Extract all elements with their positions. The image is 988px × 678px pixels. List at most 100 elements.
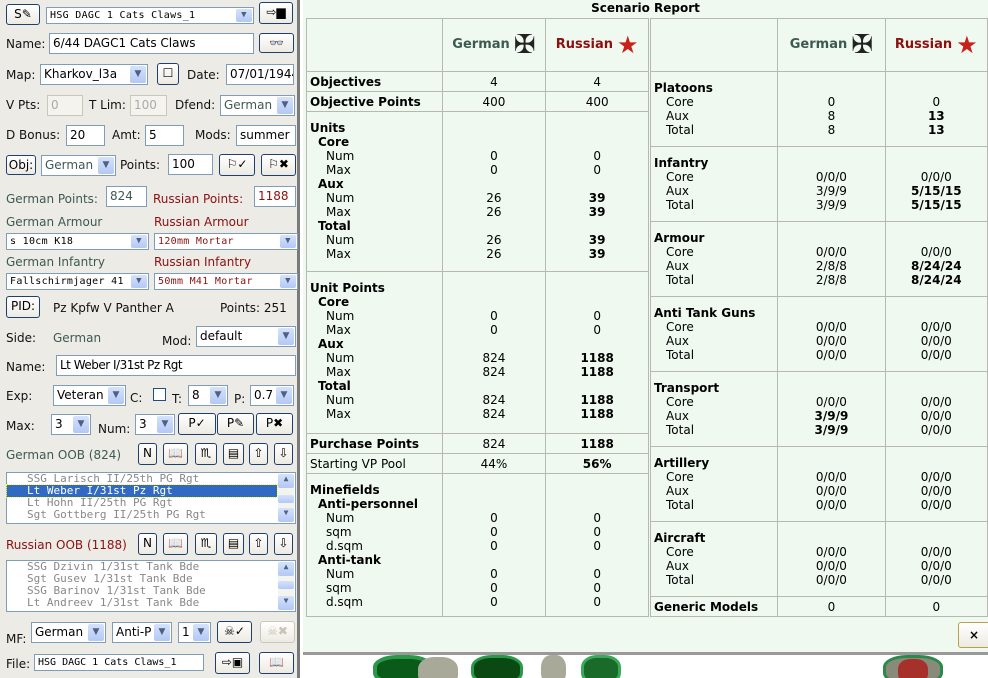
dbonus-input[interactable]: 20 bbox=[66, 125, 105, 146]
german-value: 0 bbox=[490, 539, 498, 553]
german-value bbox=[446, 121, 543, 135]
vpts-input[interactable]: 0 bbox=[47, 95, 83, 116]
map-value: Kharkov_l3a bbox=[44, 67, 118, 81]
russian-points-input[interactable]: 1188 bbox=[254, 186, 296, 207]
german-infantry-select[interactable]: Fallschirmjager 41 ▼ bbox=[6, 273, 149, 290]
russian-values: 0/0/0 0/0/0 0/0/0 bbox=[884, 297, 987, 371]
scrollbar[interactable]: ▲ ▼ bbox=[278, 562, 294, 610]
scenario-name-input[interactable]: 6/44 DAGC1 Cats Claws bbox=[49, 33, 254, 54]
report-title: Scenario Report bbox=[591, 1, 700, 15]
german-points-input[interactable]: 824 bbox=[106, 186, 147, 207]
open-file-button[interactable]: 📖 bbox=[259, 652, 294, 674]
russian-value: 0 bbox=[593, 595, 601, 609]
german-value: 824 bbox=[482, 365, 506, 379]
file-input[interactable]: HSG DAGC 1 Cats Claws_1 bbox=[34, 654, 204, 671]
oob-list-item[interactable]: Lt Andreev 1/31st Tank Bde bbox=[7, 597, 277, 609]
scenario-select[interactable]: HSG DAGC 1 Cats Claws_1 ▼ bbox=[46, 7, 254, 24]
objective-button[interactable]: Obj: bbox=[6, 155, 36, 175]
german-armour-select[interactable]: s 10cm K18 ▼ bbox=[6, 233, 149, 250]
russian-values: 0/0/0 8/24/24 8/24/24 bbox=[884, 222, 987, 296]
defender-select[interactable]: German ▼ bbox=[220, 95, 295, 116]
row-label: Units bbox=[310, 121, 346, 135]
german-oob-copy-button[interactable]: ▤ bbox=[223, 443, 244, 465]
objective-points-input[interactable]: 100 bbox=[168, 154, 213, 175]
russian-values: 000000 bbox=[545, 474, 648, 616]
row-label: Generic Models bbox=[654, 600, 759, 614]
russian-oob-book-button[interactable]: 📖 bbox=[163, 533, 188, 555]
tlim-input[interactable]: 100 bbox=[130, 95, 167, 116]
minefield-type-select[interactable]: Anti-P ▼ bbox=[112, 622, 172, 643]
save-file-button[interactable]: ⇨▣ bbox=[215, 652, 250, 674]
unit-confirm-button[interactable]: P✓ bbox=[178, 413, 216, 435]
russian-header: Russian ★ bbox=[545, 19, 648, 71]
russian-oob-up-button[interactable]: ⇧ bbox=[249, 533, 268, 555]
map-view[interactable] bbox=[303, 652, 988, 678]
scrollbar[interactable]: ▲ ▼ bbox=[278, 474, 294, 522]
report-section-row: Infantry Core Aux Total 0/0/0 3/9/9 3/9/9 0/0/0… bbox=[651, 146, 987, 221]
german-value: 824 bbox=[482, 393, 506, 407]
german-oob-up-button[interactable]: ⇧ bbox=[249, 443, 268, 465]
experience-select[interactable]: Veteran ▼ bbox=[53, 385, 126, 406]
german-values: 400 bbox=[441, 92, 546, 111]
russian-armour-select[interactable]: 120mm Mortar ▼ bbox=[154, 233, 298, 250]
german-oob-sort-button[interactable]: ♏ bbox=[195, 443, 217, 465]
german-oob-label: German OOB (824) bbox=[6, 448, 122, 462]
mod-select[interactable]: default ▼ bbox=[196, 326, 296, 347]
map-select[interactable]: Kharkov_l3a ▼ bbox=[40, 64, 148, 85]
exp-label: Exp: bbox=[6, 389, 33, 403]
objective-side-select[interactable]: German ▼ bbox=[41, 155, 116, 176]
row-label: Max bbox=[326, 323, 351, 337]
t-select[interactable]: 8 ▼ bbox=[188, 385, 228, 406]
view-button[interactable]: 👓 bbox=[259, 33, 294, 53]
russian-oob-down-button[interactable]: ⇩ bbox=[274, 533, 293, 555]
unit-delete-button[interactable]: P✖ bbox=[256, 413, 293, 435]
german-oob-down-button[interactable]: ⇩ bbox=[274, 443, 293, 465]
p-select[interactable]: 0.7 ▼ bbox=[250, 385, 294, 406]
oob-list-item[interactable]: Sgt Gottberg II/25th PG Rgt bbox=[7, 509, 277, 521]
german-oob-new-button[interactable]: N bbox=[138, 443, 157, 465]
mods-input[interactable]: summer bbox=[236, 125, 296, 146]
amt-input[interactable]: 5 bbox=[145, 125, 184, 146]
russian-armour-value: 120mm Mortar bbox=[158, 236, 234, 247]
max-select[interactable]: 3 ▼ bbox=[51, 414, 91, 435]
german-value: 0/0/0 bbox=[815, 498, 847, 512]
german-value: 3/9/9 bbox=[815, 184, 847, 198]
save-icon: ⇨▣ bbox=[221, 655, 244, 669]
load-scenario-button[interactable]: ⇨▆ bbox=[259, 2, 293, 24]
row-label: d.sqm bbox=[326, 539, 363, 553]
german-oob-book-button[interactable]: 📖 bbox=[163, 443, 188, 465]
c-checkbox[interactable] bbox=[153, 388, 166, 401]
minefield-side-select[interactable]: German ▼ bbox=[31, 622, 106, 643]
close-button[interactable]: × bbox=[958, 622, 988, 648]
russian-value: 0 bbox=[593, 149, 601, 163]
scenario-edit-button[interactable]: S✎ bbox=[6, 4, 40, 25]
dbonus-label: D Bonus: bbox=[6, 128, 61, 142]
report-section-row: Platoons Core Aux Total 0 8 8 0 13 13 bbox=[651, 71, 987, 146]
minefield-count-select[interactable]: 1 ▼ bbox=[178, 622, 211, 643]
german-values: 824 bbox=[441, 434, 546, 453]
row-label: Aux bbox=[666, 334, 689, 348]
unit-name-input[interactable]: Lt Weber I/31st Pz Rgt bbox=[56, 355, 296, 376]
russian-infantry-select[interactable]: 50mm M41 Mortar ▼ bbox=[154, 273, 298, 290]
side-label: Side: bbox=[6, 331, 36, 345]
row-label: Aux bbox=[666, 559, 689, 573]
minefield-add-button[interactable]: ☠✓ bbox=[217, 621, 252, 643]
german-oob-list[interactable]: SSG Larisch II/25th PG Rgt Lt Weber I/31s… bbox=[6, 472, 296, 524]
pid-button[interactable]: PID: bbox=[6, 296, 40, 318]
russian-oob-copy-button[interactable]: ▤ bbox=[223, 533, 244, 555]
german-value bbox=[781, 531, 881, 545]
map-preview-button[interactable]: ☐ bbox=[157, 63, 179, 85]
german-value bbox=[446, 497, 543, 511]
minefield-delete-button[interactable]: ☠✖ bbox=[260, 621, 295, 643]
russian-values: 0 0 39 39 39 39 bbox=[545, 112, 648, 271]
num-select[interactable]: 3 ▼ bbox=[135, 414, 175, 435]
date-input[interactable]: 07/01/1944 bbox=[226, 64, 294, 85]
objective-delete-button[interactable]: ⚐✖ bbox=[261, 154, 296, 176]
russian-value: 0 bbox=[593, 323, 601, 337]
row-label: Armour bbox=[654, 231, 705, 245]
russian-oob-sort-button[interactable]: ♏ bbox=[195, 533, 217, 555]
russian-oob-list[interactable]: SSG Dzivin 1/31st Tank Bde Sgt Gusev 1/31… bbox=[6, 560, 296, 612]
objective-confirm-button[interactable]: ⚐✓ bbox=[219, 154, 255, 176]
unit-edit-button[interactable]: P✎ bbox=[217, 413, 254, 435]
russian-oob-new-button[interactable]: N bbox=[138, 533, 157, 555]
